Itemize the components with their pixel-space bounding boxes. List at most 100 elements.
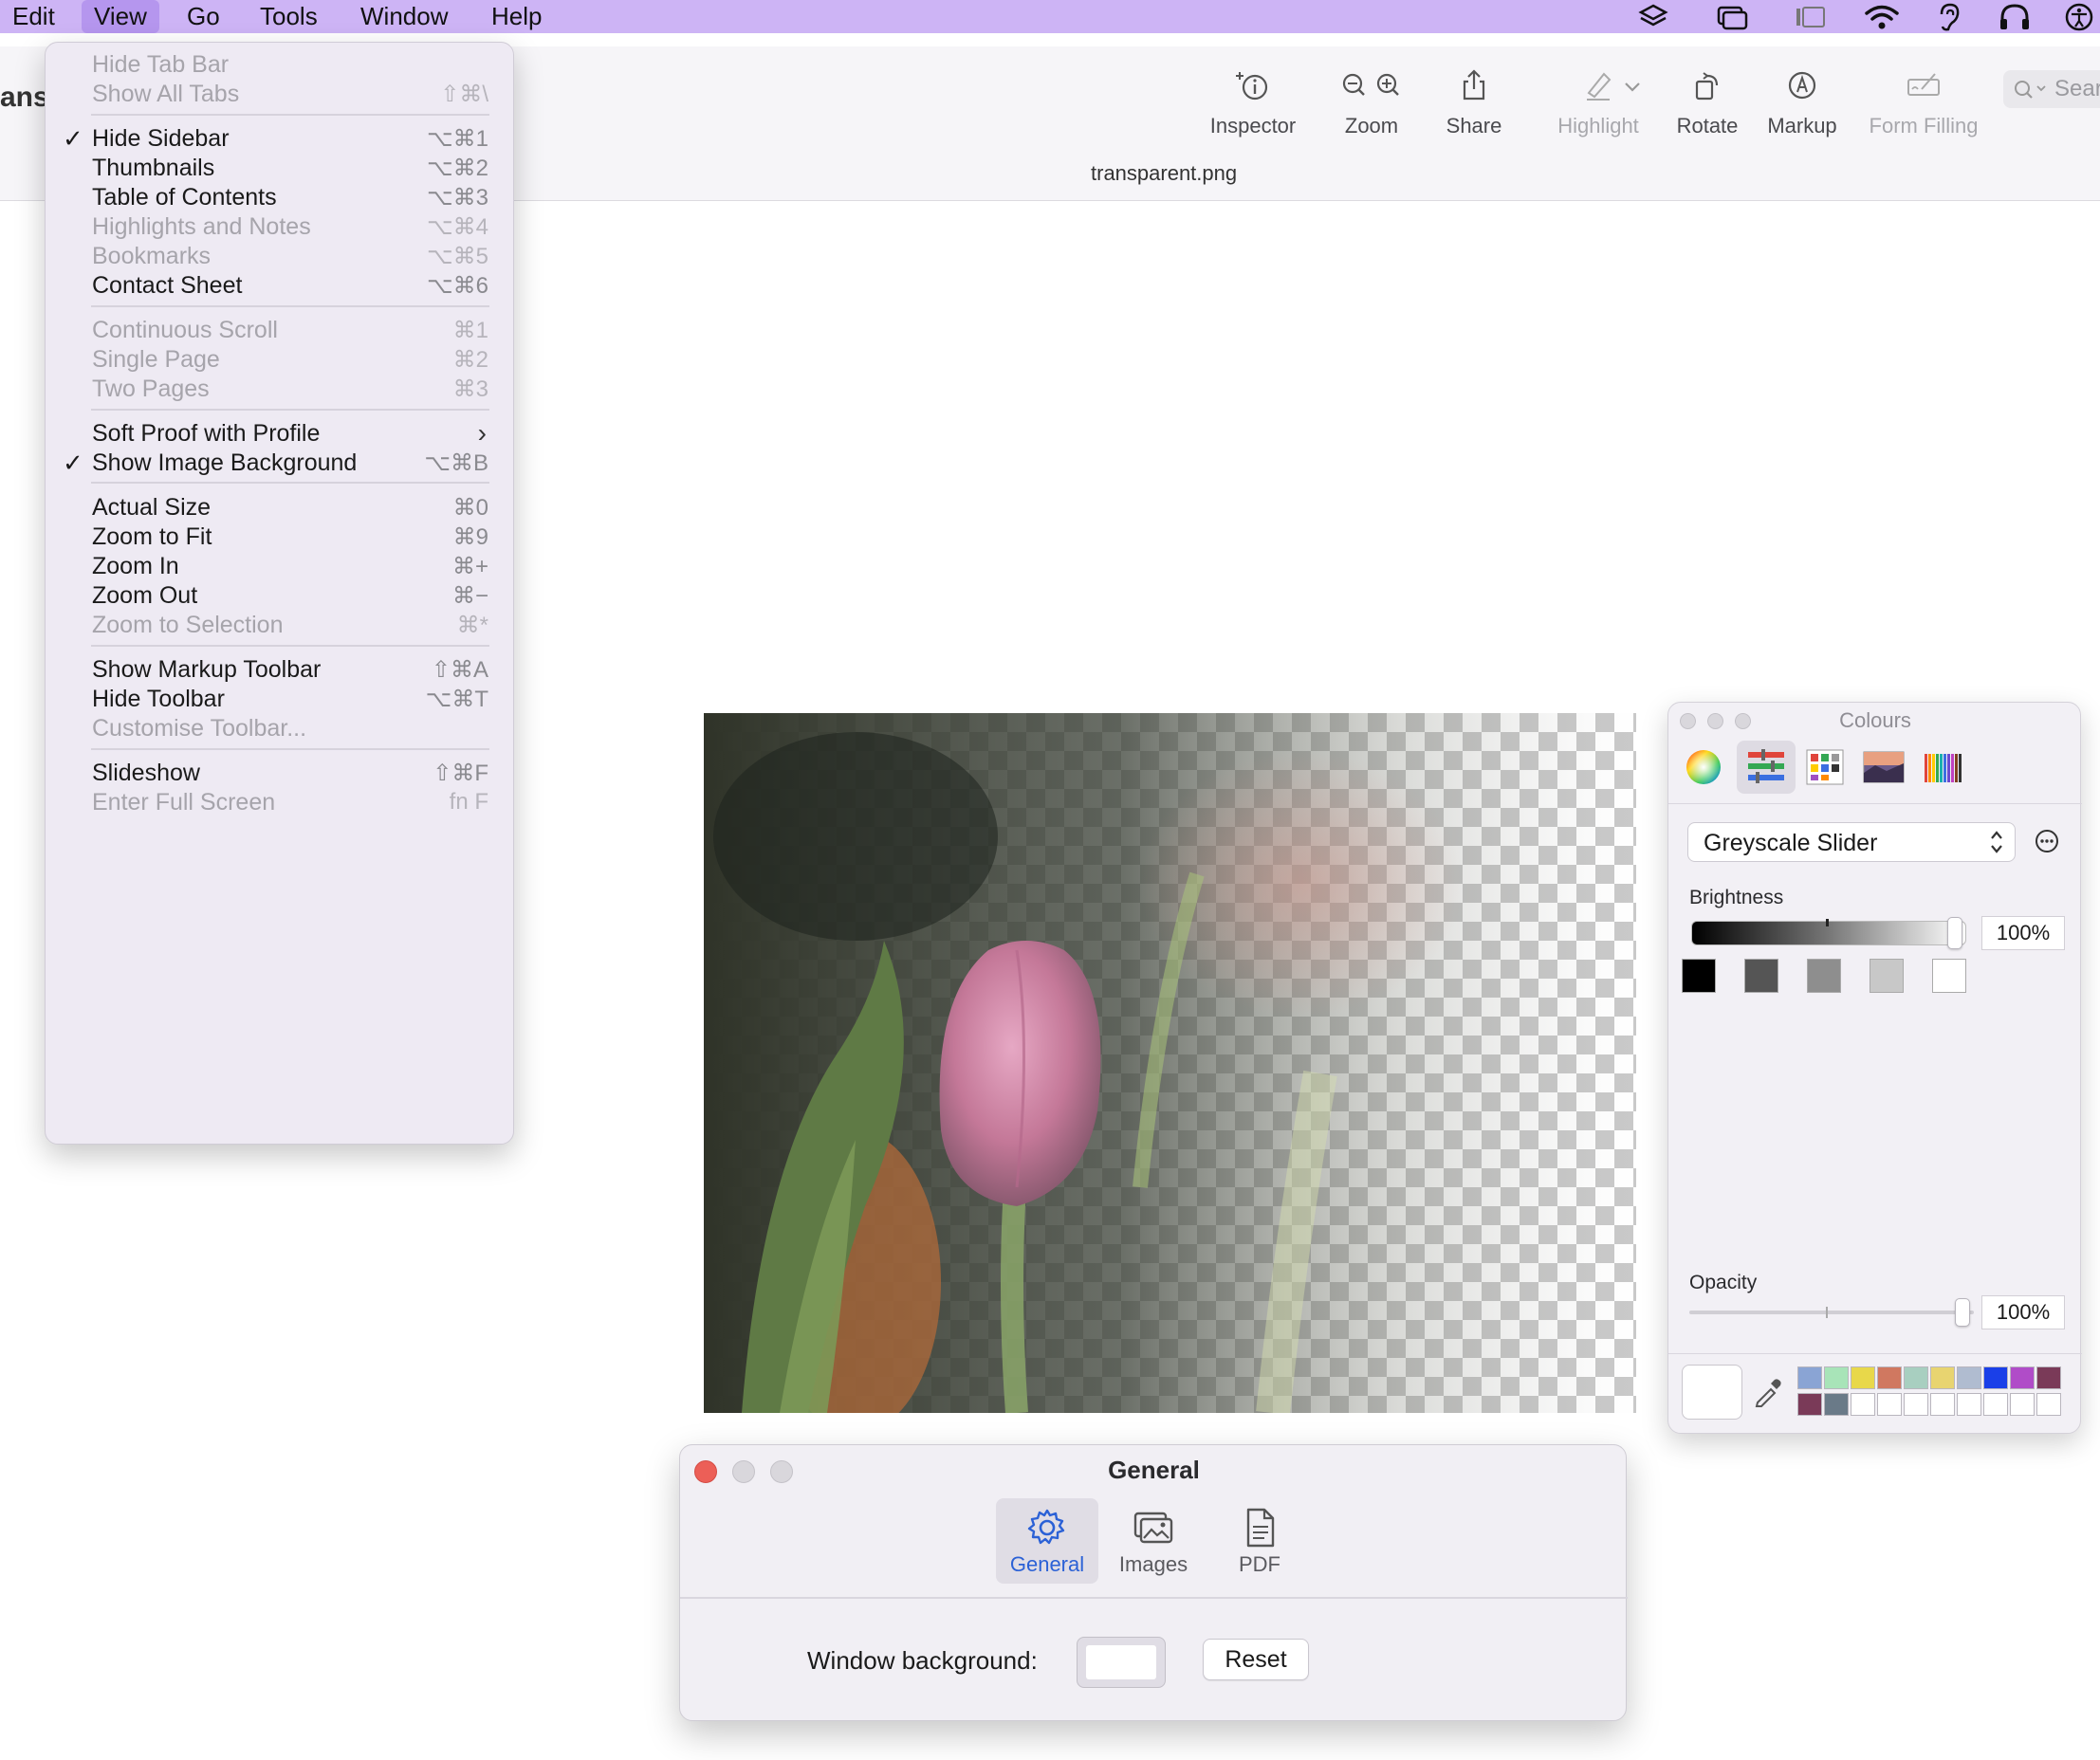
grey-swatch-light[interactable] bbox=[1870, 959, 1904, 993]
menu-item-shortcut: ⌥⌘3 bbox=[426, 185, 488, 211]
palette-swatch[interactable] bbox=[1957, 1393, 1981, 1416]
menu-edit[interactable]: Edit bbox=[0, 0, 67, 33]
highlight-chevron-down-icon[interactable] bbox=[1622, 80, 1643, 95]
menu-item-customise-toolbar[interactable]: Customise Toolbar... bbox=[46, 710, 515, 748]
images-icon bbox=[1133, 1512, 1173, 1544]
palette-swatch[interactable] bbox=[1904, 1393, 1928, 1416]
zoom-button-group[interactable]: Zoom bbox=[1324, 68, 1419, 138]
menu-item-contact-sheet[interactable]: Contact Sheet ⌥⌘6 bbox=[46, 267, 515, 305]
menu-item-two-pages[interactable]: Two Pages ⌘3 bbox=[46, 371, 515, 409]
tab-pdf[interactable]: PDF bbox=[1208, 1498, 1311, 1584]
palette-swatch[interactable] bbox=[1824, 1366, 1849, 1389]
menu-separator bbox=[91, 114, 489, 116]
layers-icon[interactable] bbox=[1634, 3, 1672, 31]
brightness-slider[interactable] bbox=[1691, 921, 1966, 945]
menu-window[interactable]: Window bbox=[348, 0, 460, 33]
current-colour-well[interactable] bbox=[1682, 1365, 1742, 1420]
palette-swatch[interactable] bbox=[1983, 1393, 2008, 1416]
menu-item-enter-full-screen[interactable]: Enter Full Screen fn F bbox=[46, 784, 515, 822]
share-button[interactable]: Share bbox=[1432, 68, 1516, 138]
tab-image-palettes[interactable] bbox=[1854, 741, 1913, 794]
grey-swatch-white[interactable] bbox=[1932, 959, 1966, 993]
search-field[interactable]: Sear bbox=[2003, 70, 2100, 108]
colour-mode-select[interactable]: Greyscale Slider bbox=[1687, 822, 2016, 862]
menu-item-label: Hide Tab Bar bbox=[92, 51, 230, 78]
menu-item-label: Zoom In bbox=[92, 553, 179, 579]
preferences-title: General bbox=[1108, 1456, 1200, 1484]
rotate-icon bbox=[1695, 72, 1719, 101]
divider bbox=[680, 1597, 1628, 1599]
accessibility-icon[interactable] bbox=[2060, 3, 2098, 31]
markup-button[interactable]: Markup bbox=[1759, 68, 1846, 138]
form-filling-icon bbox=[1907, 73, 1940, 96]
menu-go[interactable]: Go bbox=[175, 0, 232, 33]
inspector-button[interactable]: Inspector bbox=[1201, 68, 1305, 138]
menu-separator bbox=[91, 748, 489, 750]
brightness-slider-knob[interactable] bbox=[1947, 917, 1962, 949]
palette-swatch[interactable] bbox=[1877, 1366, 1902, 1389]
menu-view[interactable]: View bbox=[82, 0, 159, 33]
screen-mirroring-icon[interactable] bbox=[1713, 3, 1751, 31]
grey-swatch-black[interactable] bbox=[1682, 959, 1716, 993]
palette-swatch[interactable] bbox=[2010, 1393, 2035, 1416]
tab-general[interactable]: General bbox=[996, 1498, 1098, 1584]
menu-item-shortcut: ⌘− bbox=[451, 583, 488, 609]
tab-colour-sliders[interactable] bbox=[1737, 741, 1796, 794]
menu-item-shortcut: ⌥⌘6 bbox=[426, 273, 488, 299]
menu-item-shortcut: ⌘3 bbox=[452, 376, 488, 402]
palette-swatch[interactable] bbox=[2036, 1393, 2061, 1416]
form-filling-button[interactable]: Form Filling bbox=[1865, 68, 1982, 138]
menu-item-label: Enter Full Screen bbox=[92, 789, 276, 816]
menu-separator bbox=[91, 305, 489, 307]
palette-swatch[interactable] bbox=[2010, 1366, 2035, 1389]
more-options-icon[interactable] bbox=[2034, 828, 2060, 854]
tab-colour-palettes[interactable] bbox=[1796, 741, 1854, 794]
palette-swatch[interactable] bbox=[1797, 1366, 1822, 1389]
eyedropper-icon[interactable] bbox=[1752, 1376, 1784, 1408]
menu-item-show-image-background[interactable]: ✓ Show Image Background ⌥⌘B bbox=[46, 445, 515, 483]
colours-title: Colours bbox=[1839, 708, 1911, 732]
menu-item-label: Customise Toolbar... bbox=[92, 715, 307, 742]
tab-pencils[interactable] bbox=[1913, 741, 1972, 794]
menu-item-shortcut: ⌥⌘4 bbox=[426, 214, 488, 240]
palette-swatch[interactable] bbox=[1957, 1366, 1981, 1389]
tab-images[interactable]: Images bbox=[1102, 1498, 1205, 1584]
palette-swatch[interactable] bbox=[1983, 1366, 2008, 1389]
search-placeholder: Sear bbox=[2054, 76, 2100, 101]
palette-swatch[interactable] bbox=[1877, 1393, 1902, 1416]
menu-item-show-all-tabs[interactable]: Show All Tabs ⇧⌘\ bbox=[46, 76, 515, 114]
opacity-value-field[interactable]: 100% bbox=[1981, 1295, 2065, 1329]
headphones-icon[interactable] bbox=[1996, 3, 2034, 31]
rotate-button[interactable]: Rotate bbox=[1667, 68, 1747, 138]
opacity-slider[interactable] bbox=[1689, 1311, 1974, 1314]
opacity-slider-knob[interactable] bbox=[1955, 1298, 1970, 1327]
tab-colour-wheel[interactable] bbox=[1678, 741, 1737, 794]
stage-manager-icon[interactable] bbox=[1792, 3, 1830, 31]
gear-icon bbox=[1027, 1509, 1065, 1545]
colour-palettes-icon bbox=[1806, 749, 1844, 785]
grey-swatch-dark[interactable] bbox=[1744, 959, 1778, 993]
palette-swatch[interactable] bbox=[2036, 1366, 2061, 1389]
menu-tools[interactable]: Tools bbox=[248, 0, 330, 33]
checkmark-icon: ✓ bbox=[63, 449, 83, 477]
palette-swatch[interactable] bbox=[1904, 1366, 1928, 1389]
hearing-icon[interactable] bbox=[1929, 3, 1967, 31]
palette-swatch[interactable] bbox=[1930, 1393, 1955, 1416]
palette-swatch[interactable] bbox=[1930, 1366, 1955, 1389]
menu-item-shortcut: ⌥⌘2 bbox=[426, 156, 488, 181]
palette-swatch[interactable] bbox=[1851, 1393, 1875, 1416]
palette-swatch[interactable] bbox=[1851, 1366, 1875, 1389]
menu-item-label: Actual Size bbox=[92, 494, 212, 521]
menu-item-shortcut: ⌥⌘T bbox=[425, 687, 488, 712]
palette-swatch[interactable] bbox=[1824, 1393, 1849, 1416]
brightness-value-field[interactable]: 100% bbox=[1981, 916, 2065, 950]
palette-swatch[interactable] bbox=[1797, 1393, 1822, 1416]
menu-help[interactable]: Help bbox=[479, 0, 554, 33]
grey-swatch-mid[interactable] bbox=[1807, 959, 1841, 993]
image-palette-icon bbox=[1863, 751, 1905, 783]
opacity-tick bbox=[1826, 1307, 1828, 1318]
reset-button[interactable]: Reset bbox=[1203, 1639, 1309, 1680]
menu-item-zoom-to-selection[interactable]: Zoom to Selection ⌘* bbox=[46, 607, 515, 645]
wifi-icon[interactable] bbox=[1863, 3, 1901, 31]
window-background-colour-well[interactable] bbox=[1077, 1637, 1166, 1688]
